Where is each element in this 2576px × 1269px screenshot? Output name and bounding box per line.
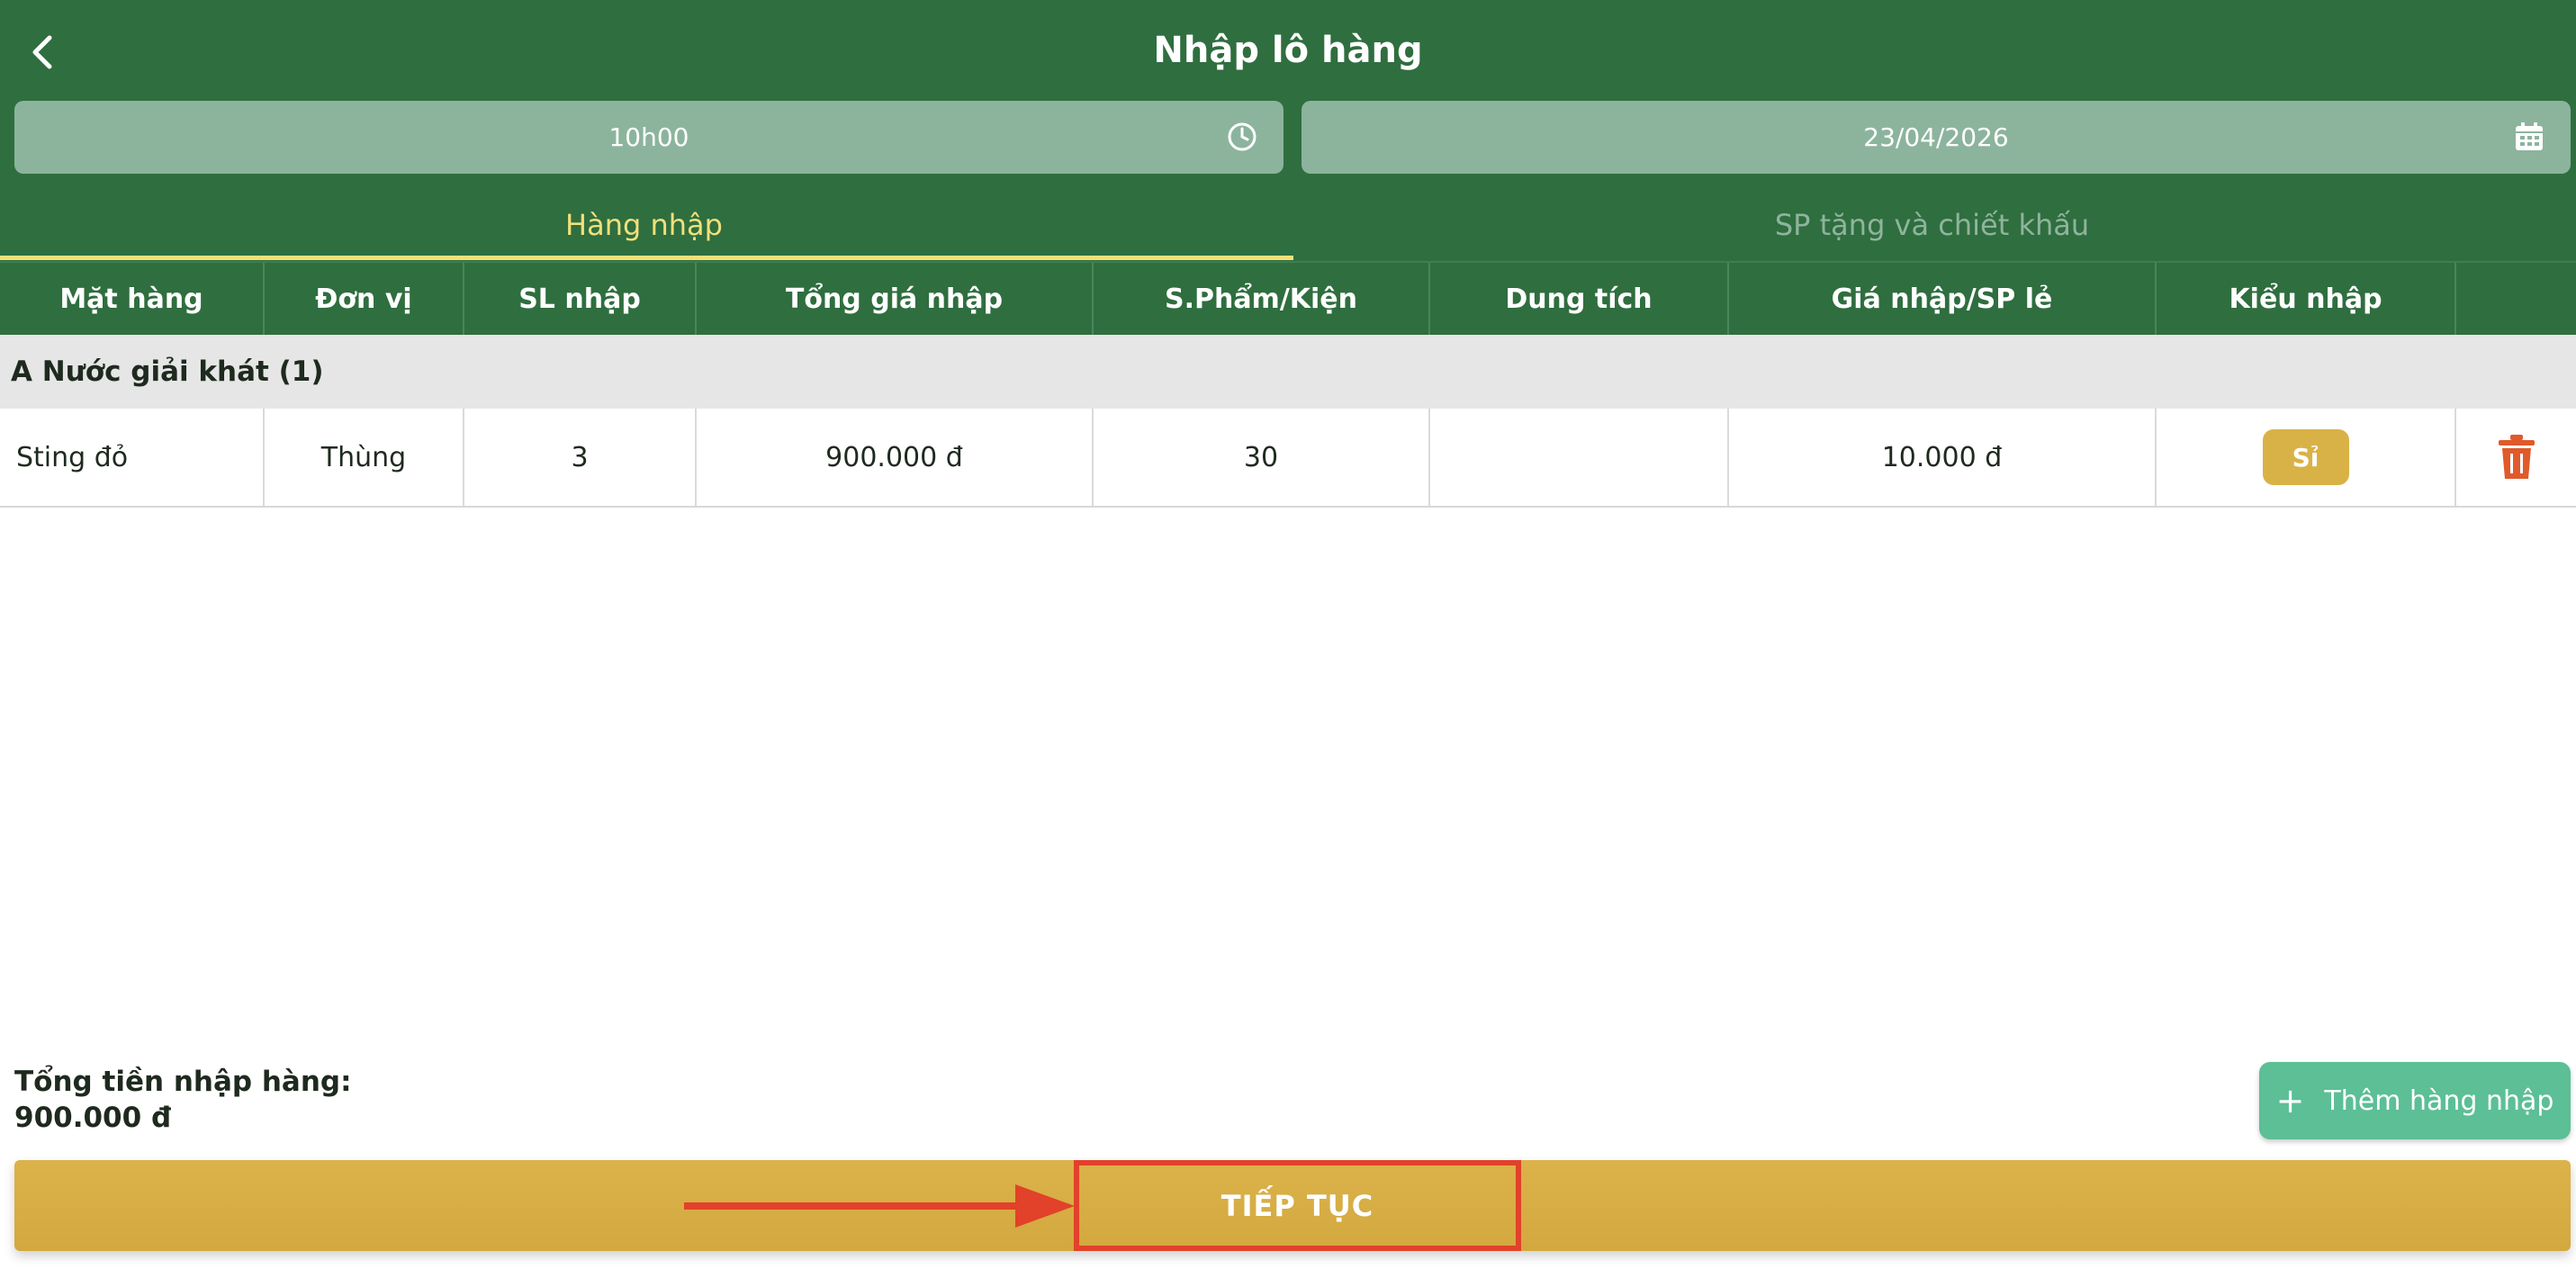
time-value: 10h00 [608,122,689,152]
column-header-total: Tổng giá nhập [697,263,1094,335]
cell-per-pack: 30 [1094,409,1430,506]
time-field[interactable]: 10h00 [14,101,1283,174]
column-header-actions [2456,263,2576,335]
table-header: Mặt hàng Đơn vị SL nhập Tổng giá nhập S.… [0,261,2576,335]
plus-icon: + [2275,1081,2305,1120]
cell-total: 900.000 đ [697,409,1094,506]
column-header-volume: Dung tích [1430,263,1729,335]
total-label: Tổng tiền nhập hàng: [14,1066,352,1098]
app-root: Nhập lô hàng 10h00 23/04/2026 Hàng nhập … [0,0,2576,1269]
group-label: A Nước giải khát (1) [11,356,324,388]
table-row[interactable]: Sting đỏ Thùng 3 900.000 đ 30 10.000 đ S… [0,409,2576,508]
continue-button-label: TIẾP TỤC [1220,1188,1374,1223]
column-header-qty: SL nhập [464,263,697,335]
column-header-unit: Đơn vị [265,263,464,335]
cell-item: Sting đỏ [0,409,265,506]
header: Nhập lô hàng 10h00 23/04/2026 Hàng nhập … [0,0,2576,261]
import-type-badge[interactable]: Sỉ [2262,429,2349,485]
annotation-arrow [684,1184,1075,1228]
cell-qty: 3 [464,409,697,506]
calendar-icon [2516,122,2543,150]
column-header-item: Mặt hàng [0,263,265,335]
add-button-label: Thêm hàng nhập [2324,1084,2554,1117]
delete-row-button[interactable] [2497,434,2536,481]
cell-actions [2456,409,2576,506]
column-header-import-type: Kiểu nhập [2157,263,2456,335]
total-value: 900.000 đ [14,1102,172,1134]
column-header-per-pack: S.Phẩm/Kiện [1094,263,1430,335]
column-header-unit-price: Giá nhập/SP lẻ [1729,263,2157,335]
group-row: A Nước giải khát (1) [0,335,2576,409]
add-import-item-button[interactable]: + Thêm hàng nhập [2259,1062,2571,1139]
cell-unit-price: 10.000 đ [1729,409,2157,506]
active-tab-indicator [0,256,1293,260]
continue-button[interactable]: TIẾP TỤC [1074,1160,1521,1251]
tab-gift-and-discount[interactable]: SP tặng và chiết khấu [1288,189,2576,261]
trash-icon [2498,435,2535,479]
cell-volume [1430,409,1729,506]
clock-icon [1228,122,1256,151]
date-field[interactable]: 23/04/2026 [1302,101,2571,174]
cell-unit: Thùng [265,409,464,506]
cell-import-type: Sỉ [2157,409,2456,506]
tab-import-goods[interactable]: Hàng nhập [0,189,1288,261]
page-title: Nhập lô hàng [1153,30,1423,71]
date-value: 23/04/2026 [1863,122,2009,152]
